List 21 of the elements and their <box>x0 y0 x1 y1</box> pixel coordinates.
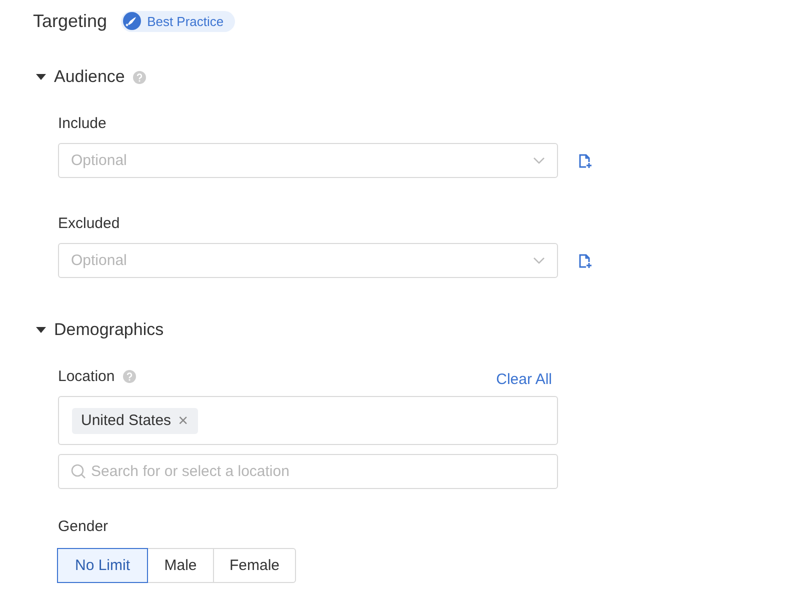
best-practice-badge[interactable]: Best Practice <box>121 10 235 32</box>
file-add-icon[interactable] <box>577 252 593 268</box>
chevron-down-icon <box>533 157 545 164</box>
field-label: Include <box>58 114 106 132</box>
section-heading[interactable]: Demographics <box>54 320 164 340</box>
tag-label: United States <box>81 412 172 429</box>
segment-button[interactable]: Male <box>147 548 214 583</box>
field-label: Location <box>58 368 115 384</box>
field-label: Excluded <box>58 214 120 232</box>
caret-down-icon[interactable] <box>36 325 46 335</box>
caret-down-icon[interactable] <box>36 72 46 82</box>
section-heading[interactable]: Audience <box>54 67 125 87</box>
file-add-icon[interactable] <box>577 152 593 168</box>
segment-button[interactable]: Female <box>213 548 296 583</box>
chevron-down-icon <box>533 257 545 264</box>
segment-button[interactable]: No Limit <box>57 548 148 583</box>
section-title: Targeting <box>33 10 108 32</box>
remove-tag-button[interactable]: × <box>178 410 188 430</box>
search-icon <box>71 464 86 479</box>
clear-all-link[interactable]: Clear All <box>496 370 552 388</box>
field-label: Gender <box>58 518 108 534</box>
